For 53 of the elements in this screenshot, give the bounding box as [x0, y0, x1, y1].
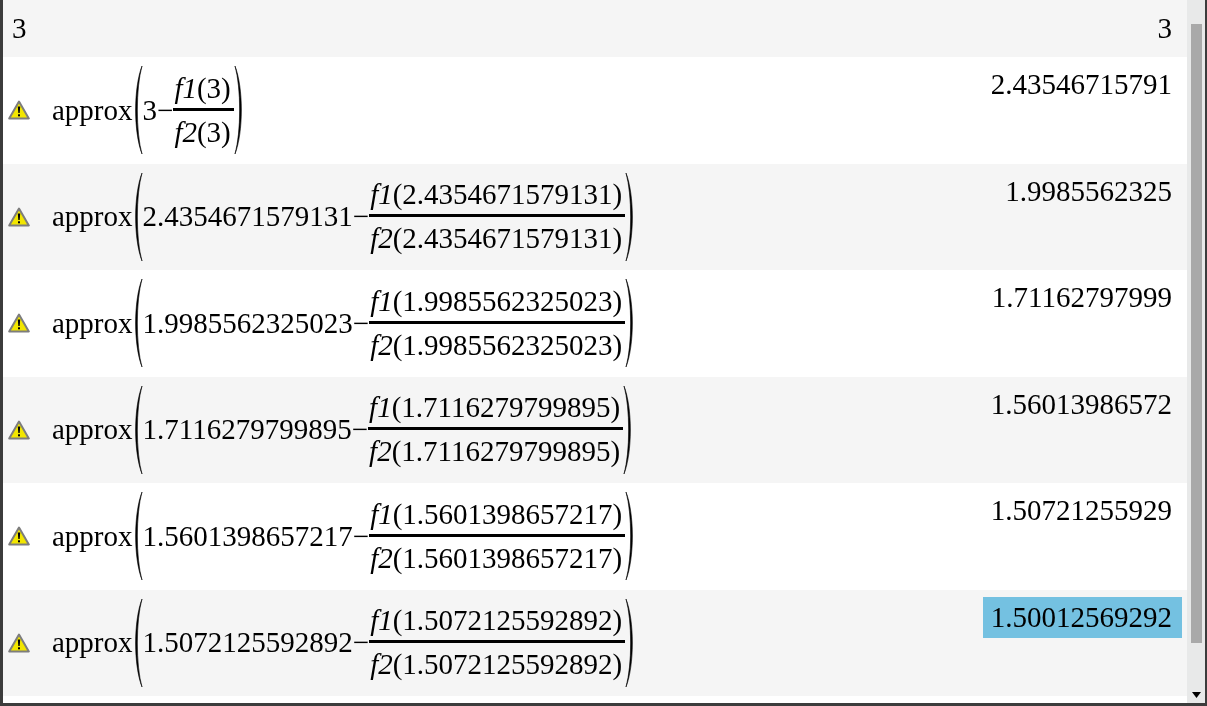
minus-sign: −	[157, 93, 174, 127]
right-parenthesis-icon	[625, 172, 636, 261]
function-name: approx	[52, 413, 133, 447]
fraction-numerator: f1(3)	[173, 71, 232, 106]
minus-sign: −	[351, 413, 369, 447]
fraction-denominator: f2(1.7116279799895)	[368, 434, 622, 469]
function-name: approx	[52, 626, 133, 660]
expression-term: 1.5072125592892	[142, 626, 353, 660]
fraction-denominator: f2(2.4354671579131)	[369, 221, 624, 256]
fraction-denominator: f2(3)	[173, 114, 232, 149]
result-value[interactable]: 1.71162797999	[983, 277, 1182, 318]
fraction-numerator: f1(1.7116279799895)	[368, 391, 622, 426]
left-parenthesis-icon	[132, 66, 143, 155]
right-parenthesis-icon	[625, 598, 636, 687]
function-name: approx	[52, 93, 133, 127]
down-arrow-icon[interactable]	[1191, 692, 1201, 698]
minus-sign: −	[352, 626, 370, 660]
function-name: approx	[52, 306, 133, 340]
function-name: approx	[52, 519, 133, 553]
expression-term: 1.5601398657217	[142, 519, 353, 553]
fraction-denominator: f2(1.5601398657217)	[369, 540, 624, 575]
input-value: 3	[12, 12, 27, 45]
fraction-denominator: f2(1.5072125592892)	[369, 647, 624, 682]
right-parenthesis-icon	[233, 66, 244, 155]
minus-sign: −	[352, 306, 370, 340]
expression-term: 1.9985562325023	[142, 306, 353, 340]
scrollbar-track[interactable]	[1187, 0, 1205, 703]
left-parenthesis-icon	[132, 385, 143, 474]
result-value[interactable]: 2.43546715791	[982, 64, 1182, 105]
result-value[interactable]: 1.56013986572	[982, 383, 1182, 425]
right-parenthesis-icon	[623, 385, 634, 474]
result-value[interactable]: 1.50012569292	[982, 596, 1182, 638]
minus-sign: −	[352, 519, 370, 553]
left-parenthesis-icon	[132, 492, 143, 581]
result-value[interactable]: 1.50721255929	[982, 490, 1182, 531]
fraction-numerator: f1(2.4354671579131)	[369, 178, 624, 213]
right-parenthesis-icon	[625, 279, 636, 368]
fraction-numerator: f1(1.5601398657217)	[369, 497, 624, 532]
scrollbar-thumb[interactable]	[1190, 24, 1202, 643]
right-parenthesis-icon	[625, 492, 636, 581]
fraction-denominator: f2(1.9985562325023)	[369, 327, 624, 362]
fraction-numerator: f1(1.5072125592892)	[369, 604, 624, 639]
left-parenthesis-icon	[132, 279, 143, 368]
expression-term: 2.4354671579131	[142, 200, 353, 234]
expression-term: 3	[142, 93, 158, 127]
result-value[interactable]: 1.9985562325	[997, 170, 1182, 212]
result-value[interactable]: 3	[1149, 8, 1182, 49]
function-name: approx	[52, 200, 133, 234]
minus-sign: −	[352, 200, 370, 234]
fraction-numerator: f1(1.9985562325023)	[369, 284, 624, 319]
left-parenthesis-icon	[132, 598, 143, 687]
left-parenthesis-icon	[132, 172, 143, 261]
expression-term: 1.7116279799895	[142, 413, 352, 447]
